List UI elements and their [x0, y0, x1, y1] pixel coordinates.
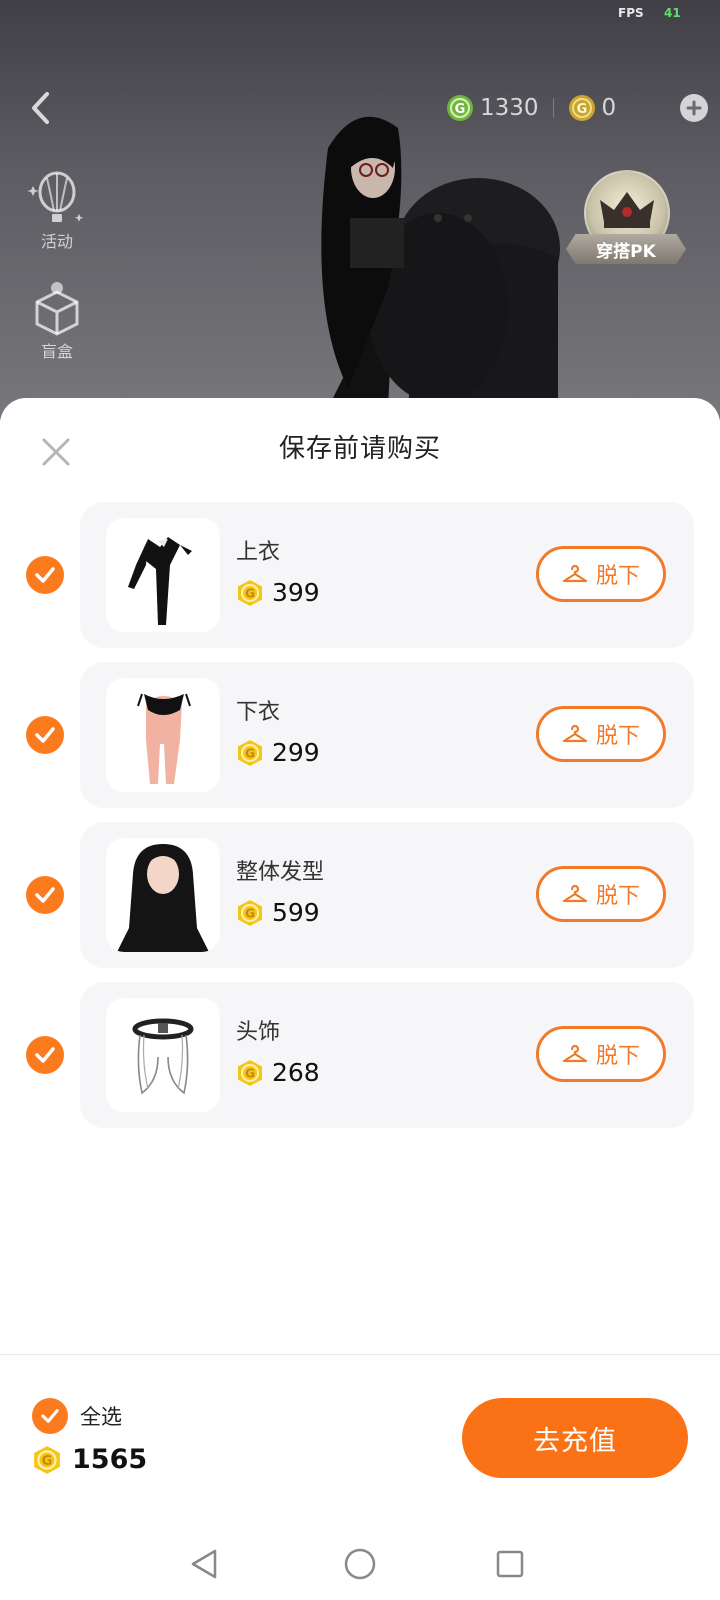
sheet-title: 保存前请购买	[278, 434, 441, 464]
take-off-button[interactable]: 脱下	[536, 546, 666, 602]
item-price: G 299	[236, 738, 320, 767]
item-card: 整体发型 G 599 脱下	[80, 822, 694, 968]
item-price: G 599	[236, 898, 320, 927]
gold-coin-icon: G	[238, 739, 262, 766]
long-black-hair-image	[117, 844, 209, 952]
item-price-value: 599	[272, 898, 320, 927]
total-price: G 1565	[32, 1444, 147, 1475]
chain-headwear-image	[132, 1018, 194, 1095]
black-top-image	[128, 537, 192, 625]
item-checkbox[interactable]	[26, 556, 64, 594]
hanger-icon	[562, 1044, 588, 1063]
chevron-left-icon	[32, 92, 49, 124]
checkmark-icon	[35, 567, 55, 583]
item-name: 整体发型	[236, 860, 325, 885]
select-all-toggle[interactable]: 全选	[32, 1398, 122, 1434]
item-card: 头饰 G 268 脱下	[80, 982, 694, 1128]
fps-label: FPS	[618, 6, 644, 20]
gold-coin-icon: G	[238, 579, 262, 606]
hot-air-balloon-icon	[27, 171, 84, 222]
take-off-label: 脱下	[595, 1044, 640, 1069]
sheet-header: 保存前请购买	[0, 398, 720, 508]
item-price: G 268	[236, 1058, 320, 1087]
nav-back-button[interactable]	[184, 1544, 224, 1584]
item-price: G 399	[236, 578, 320, 607]
gold-coin-icon: G	[238, 899, 262, 926]
item-name: 头饰	[236, 1020, 281, 1045]
gold-coin-icon: G	[34, 1445, 60, 1474]
svg-text:G: G	[245, 746, 255, 760]
item-checkbox[interactable]	[26, 1036, 64, 1074]
outfit-pk-label: 穿搭PK	[566, 234, 686, 264]
total-price-value: 1565	[72, 1444, 148, 1475]
take-off-button[interactable]: 脱下	[536, 1026, 666, 1082]
item-name: 下衣	[236, 700, 281, 725]
item-price-value: 268	[272, 1058, 320, 1087]
gift-box-icon	[35, 282, 79, 336]
back-button[interactable]	[22, 88, 58, 128]
add-currency-button[interactable]	[680, 94, 708, 122]
bikini-bottom-image	[137, 693, 191, 784]
side-menu-activity[interactable]: 活动	[22, 168, 92, 252]
item-thumbnail	[106, 838, 220, 952]
take-off-label: 脱下	[595, 564, 640, 589]
gold-coin-icon: G	[238, 1059, 262, 1086]
svg-text:G: G	[245, 586, 255, 600]
checkmark-icon	[35, 887, 55, 903]
outfit-pk-badge[interactable]: 穿搭PK	[566, 170, 686, 270]
item-card: 上衣 G 399 脱下	[80, 502, 694, 648]
checkmark-icon	[35, 727, 55, 743]
nav-home-button[interactable]	[340, 1544, 380, 1584]
hanger-icon	[562, 884, 588, 903]
circle-home-icon	[344, 1548, 376, 1580]
checkmark-icon	[35, 1047, 55, 1063]
side-menu-blind-box-label: 盲盒	[40, 342, 73, 361]
game-scene: FPS 41 G 1330 G 0 活动 盲盒 穿搭PK	[0, 0, 720, 420]
footer-divider	[0, 1354, 720, 1355]
take-off-label: 脱下	[595, 724, 640, 749]
square-recents-icon	[496, 1550, 524, 1578]
item-card: 下衣 G 299 脱下	[80, 662, 694, 808]
item-price-value: 399	[272, 578, 320, 607]
item-row-hairstyle: 整体发型 G 599 脱下	[0, 822, 720, 968]
select-all-label: 全选	[80, 1405, 122, 1429]
svg-text:G: G	[245, 1066, 255, 1080]
hanger-icon	[562, 724, 588, 743]
nav-recents-button[interactable]	[490, 1544, 530, 1584]
fps-value: 41	[664, 6, 681, 20]
item-price-value: 299	[272, 738, 320, 767]
take-off-button[interactable]: 脱下	[536, 866, 666, 922]
item-thumbnail	[106, 998, 220, 1112]
take-off-label: 脱下	[595, 884, 640, 909]
hanger-icon	[562, 564, 588, 583]
item-checkbox[interactable]	[26, 876, 64, 914]
side-menu-blind-box[interactable]: 盲盒	[22, 278, 92, 362]
svg-text:G: G	[245, 906, 255, 920]
recharge-button[interactable]: 去充值	[462, 1398, 688, 1478]
gold-currency-value: 0	[601, 95, 617, 121]
select-all-checkbox[interactable]	[32, 1398, 68, 1434]
triangle-back-icon	[191, 1549, 217, 1579]
side-menu-activity-label: 活动	[40, 232, 73, 251]
item-thumbnail	[106, 518, 220, 632]
item-row-headwear: 头饰 G 268 脱下	[0, 982, 720, 1128]
item-thumbnail	[106, 678, 220, 792]
item-row-top: 上衣 G 399 脱下	[0, 502, 720, 648]
svg-text:G: G	[42, 1453, 53, 1468]
item-checkbox[interactable]	[26, 716, 64, 754]
plus-icon	[686, 100, 702, 116]
item-name: 上衣	[236, 540, 281, 565]
system-nav-bar	[0, 1524, 720, 1600]
avatar-figure	[321, 116, 560, 408]
item-row-bottom: 下衣 G 299 脱下	[0, 662, 720, 808]
checkmark-icon	[41, 1409, 59, 1423]
take-off-button[interactable]: 脱下	[536, 706, 666, 762]
